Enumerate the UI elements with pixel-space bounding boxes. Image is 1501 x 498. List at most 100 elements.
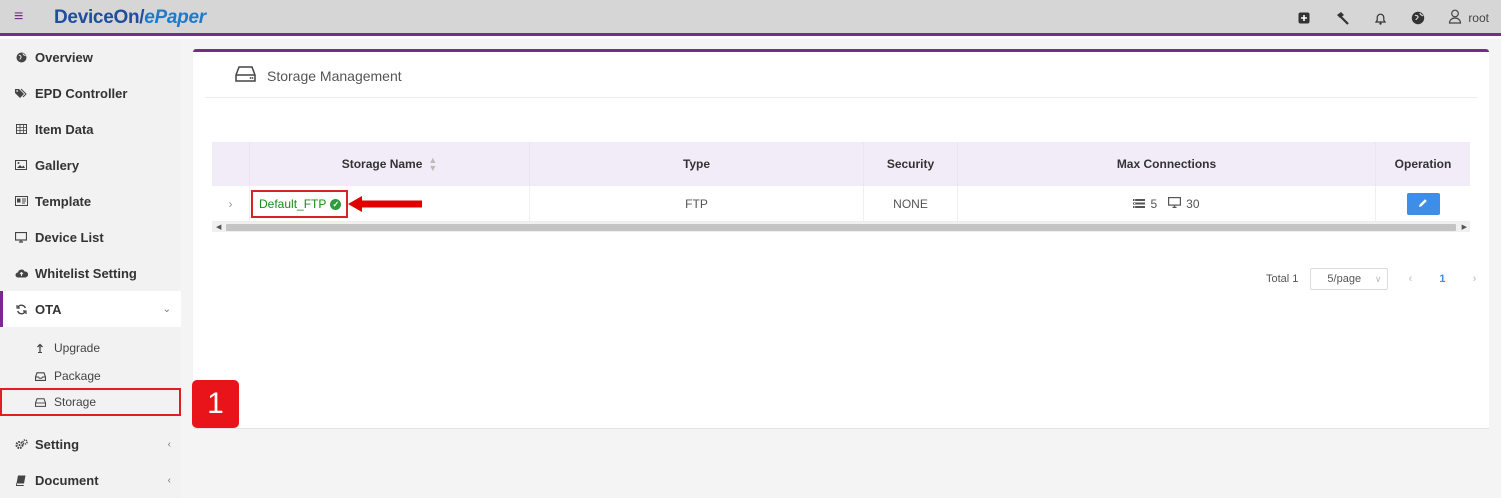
gears-icon (14, 438, 28, 450)
next-page-button[interactable]: › (1464, 273, 1484, 285)
sidebar-item-gallery[interactable]: Gallery (0, 147, 181, 183)
chevron-right-icon[interactable]: › (229, 197, 233, 211)
chevron-down-icon: ∨ (1374, 273, 1382, 284)
max-connections-cell: 5 30 (958, 186, 1376, 221)
top-header: ≡ DeviceOn/ePaper root (0, 0, 1501, 36)
expand-cell: › (212, 186, 250, 221)
scroll-left-icon[interactable]: ◀ (216, 223, 221, 231)
sidebar-item-label: Overview (35, 49, 93, 65)
sidebar-item-document[interactable]: Document ‹ (0, 462, 181, 498)
storage-table: Storage Name ▲ ▼ Type Security Max Connec… (212, 142, 1470, 232)
prev-page-button[interactable]: ‹ (1400, 273, 1420, 285)
operation-cell (1376, 186, 1470, 221)
brand-sub: ePaper (144, 7, 206, 28)
column-header-type: Type (530, 142, 864, 186)
table-icon (14, 124, 28, 134)
sidebar: Overview EPD Controller Item Data Galler… (0, 39, 181, 498)
chevron-left-icon: ‹ (167, 438, 171, 450)
storage-name-text: Default_FTP (259, 197, 327, 211)
sidebar-subitem-label: Upgrade (54, 341, 101, 355)
scrollbar-thumb[interactable] (226, 224, 1456, 231)
table-header: Storage Name ▲ ▼ Type Security Max Connec… (212, 142, 1470, 186)
conn-servers-value: 5 (1150, 196, 1158, 211)
globe-icon (14, 52, 28, 63)
sidebar-subitem-storage[interactable]: Storage (0, 388, 181, 416)
header-icons: root (1296, 0, 1489, 36)
user-name: root (1468, 11, 1489, 25)
sidebar-subitem-package[interactable]: Package (0, 362, 181, 390)
check-circle-icon: ✓ (330, 198, 342, 210)
page-size-select[interactable]: 5/page ∨ (1310, 268, 1389, 290)
globe-icon[interactable] (1410, 10, 1426, 26)
brand-main: DeviceOn (54, 7, 140, 28)
sidebar-item-label: Item Data (35, 121, 94, 137)
id-card-icon (14, 196, 28, 206)
sidebar-subitem-label: Package (54, 369, 101, 383)
sidebar-item-label: Document (35, 472, 99, 488)
sidebar-item-setting[interactable]: Setting ‹ (0, 426, 181, 462)
storage-name-cell: Default_FTP ✓ (250, 186, 530, 221)
type-cell: FTP (530, 186, 864, 221)
scroll-right-icon[interactable]: ▶ (1462, 223, 1467, 231)
book-icon (14, 475, 28, 486)
title-divider (205, 97, 1477, 98)
sidebar-item-label: EPD Controller (35, 85, 128, 101)
monitor-icon (14, 231, 28, 243)
column-header-storage-name[interactable]: Storage Name ▲ ▼ (250, 142, 530, 186)
connection-servers: 5 (1133, 197, 1157, 211)
page-number-button[interactable]: 1 (1432, 273, 1452, 285)
main-content: Storage Management Storage Name ▲ ▼ Type … (181, 39, 1501, 498)
sidebar-item-label: OTA (35, 301, 62, 317)
user-menu[interactable]: root (1448, 9, 1489, 27)
user-icon (1448, 9, 1462, 27)
page-title-text: Storage Management (267, 67, 402, 84)
sidebar-subitem-label: Storage (54, 395, 97, 409)
horizontal-scrollbar[interactable]: ◀ ▶ (212, 222, 1470, 232)
pagination-total: Total 1 (1266, 273, 1299, 285)
sidebar-subitem-upgrade[interactable]: Upgrade (0, 334, 181, 362)
sidebar-item-whitelist-setting[interactable]: Whitelist Setting (0, 255, 181, 291)
sidebar-item-ota[interactable]: OTA ⌄ (0, 291, 181, 327)
red-arrow-annotation (348, 195, 424, 216)
page-size-value: 5/page (1327, 273, 1362, 285)
card-bottom-border (193, 428, 1489, 429)
sidebar-item-overview[interactable]: Overview (0, 39, 181, 75)
menu-icon[interactable]: ≡ (14, 8, 23, 26)
upload-arrow-icon (34, 343, 46, 353)
column-header-operation: Operation (1394, 157, 1452, 171)
chevron-left-icon: ‹ (167, 474, 171, 486)
column-header-security: Security (864, 142, 958, 186)
sidebar-item-label: Device List (35, 229, 104, 245)
sidebar-item-template[interactable]: Template (0, 183, 181, 219)
bell-icon[interactable] (1372, 10, 1388, 26)
conn-devices-value: 30 (1186, 196, 1200, 211)
step-number-callout: 1 (192, 380, 239, 428)
sidebar-item-epd-controller[interactable]: EPD Controller (0, 75, 181, 111)
column-header-max-connections: Max Connections (958, 142, 1376, 186)
connection-devices: 30 (1168, 196, 1200, 211)
table-row: › Default_FTP ✓ FTP NONE 5 30 (212, 186, 1470, 222)
pencil-icon (1418, 197, 1428, 211)
sidebar-item-item-data[interactable]: Item Data (0, 111, 181, 147)
edit-button[interactable] (1406, 192, 1440, 215)
hdd-icon (235, 66, 256, 85)
server-list-icon (1133, 197, 1146, 211)
image-icon (14, 160, 28, 170)
add-box-icon[interactable] (1296, 10, 1312, 26)
sidebar-item-label: Gallery (35, 157, 80, 173)
sort-icon[interactable]: ▲ ▼ (428, 156, 437, 173)
inbox-icon (34, 371, 46, 381)
monitor-icon (1168, 196, 1182, 211)
storage-card: Storage Management Storage Name ▲ ▼ Type … (193, 49, 1489, 429)
brand-logo: DeviceOn/ePaper (54, 7, 206, 29)
column-label: Storage Name (341, 157, 423, 171)
refresh-icon (14, 304, 28, 315)
hdd-icon (34, 397, 46, 407)
hammer-icon[interactable] (1334, 10, 1350, 26)
tags-icon (14, 88, 28, 99)
page-title: Storage Management (235, 66, 402, 85)
pagination: Total 1 5/page ∨ ‹ 1 › (1266, 268, 1484, 290)
sidebar-item-device-list[interactable]: Device List (0, 219, 181, 255)
storage-name-link[interactable]: Default_FTP ✓ (251, 190, 349, 218)
sidebar-item-label: Template (35, 193, 92, 209)
